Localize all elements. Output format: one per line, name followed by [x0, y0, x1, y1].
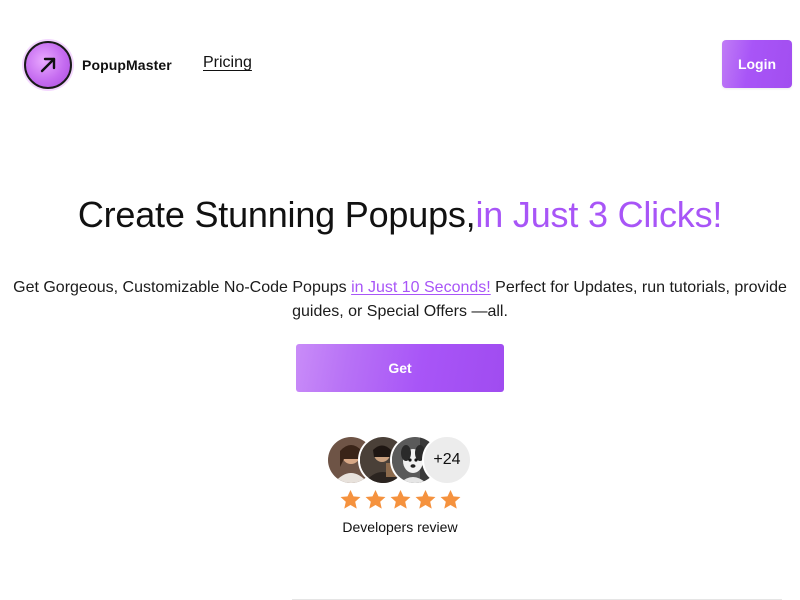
more-avatars-badge: +24: [422, 435, 472, 485]
hero-subtitle-link[interactable]: in Just 10 Seconds!: [351, 279, 491, 296]
hero-title-main: Create Stunning Popups,: [77, 194, 476, 235]
star-icon: [390, 489, 411, 509]
get-button[interactable]: Get: [296, 344, 504, 392]
review-label: Developers review: [342, 519, 458, 535]
arrow-up-right-icon: [24, 41, 72, 89]
nav-pricing-link[interactable]: Pricing: [203, 54, 252, 72]
star-icon: [340, 489, 361, 509]
hero-subtitle: Get Gorgeous, Customizable No-Code Popup…: [10, 276, 790, 324]
star-icon: [415, 489, 436, 509]
hero-title-accent: in Just 3 Clicks!: [475, 194, 723, 235]
star-icon: [365, 489, 386, 509]
star-icon: [440, 489, 461, 509]
site-header: PopupMaster Pricing Login: [0, 0, 800, 128]
brand-name: PopupMaster: [82, 57, 172, 73]
hero-subtitle-before: Get Gorgeous, Customizable No-Code Popup…: [13, 279, 352, 296]
rating-stars: [339, 488, 462, 514]
hero-title: Create Stunning Popups,in Just 3 Clicks!: [0, 194, 800, 236]
login-button[interactable]: Login: [722, 40, 792, 88]
landing-page: PopupMaster Pricing Login Create Stunnin…: [0, 0, 800, 600]
brand-link[interactable]: PopupMaster: [24, 40, 172, 90]
avatar-group: +24: [326, 435, 472, 485]
